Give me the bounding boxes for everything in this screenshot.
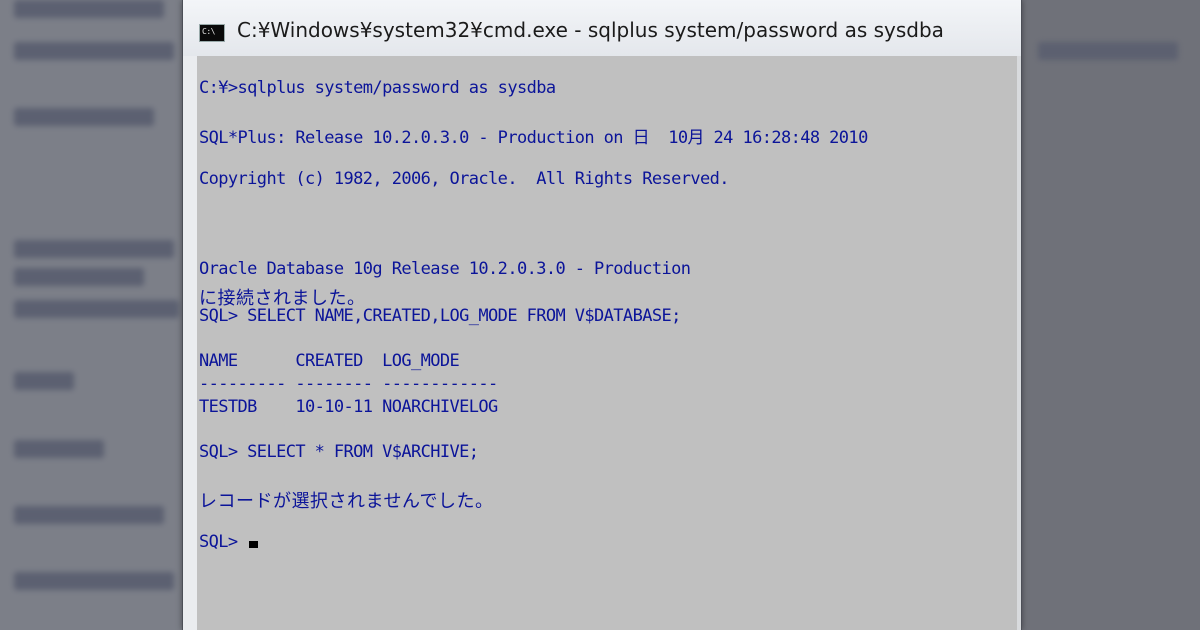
background-console-left <box>0 0 182 630</box>
console-line: SQL*Plus: Release 10.2.0.3.0 - Productio… <box>199 128 868 148</box>
prompt-text: SQL> <box>199 532 248 552</box>
console-line: C:¥>sqlplus system/password as sysdba <box>199 78 556 98</box>
blurred-line <box>14 506 164 524</box>
blurred-line <box>1038 42 1178 60</box>
blurred-line <box>14 108 154 126</box>
console-icon-label: C:\ <box>202 27 215 36</box>
result-row: TESTDB 10-10-11 NOARCHIVELOG <box>199 397 498 417</box>
result-header: NAME CREATED LOG_MODE <box>199 351 460 371</box>
result-separator: --------- -------- ------------ <box>199 374 498 394</box>
console-line: レコードが選択されませんでした。 <box>199 491 494 512</box>
scrollbar-edge <box>1017 56 1021 630</box>
blurred-line <box>14 440 104 458</box>
blurred-line <box>14 372 74 390</box>
blurred-line <box>14 572 174 590</box>
blurred-line <box>14 42 174 60</box>
console-line: Copyright (c) 1982, 2006, Oracle. All Ri… <box>199 169 730 189</box>
blurred-line <box>14 300 179 318</box>
background-console-right <box>1018 0 1200 630</box>
console-line: SQL> SELECT * FROM V$ARCHIVE; <box>199 442 479 462</box>
window-title: C:¥Windows¥system32¥cmd.exe - sqlplus sy… <box>237 18 944 42</box>
command-prompt[interactable]: SQL> <box>199 532 259 552</box>
blurred-line <box>14 268 144 286</box>
screenshot-stage: C:\ C:¥Windows¥system32¥cmd.exe - sqlplu… <box>0 0 1200 630</box>
console-output[interactable]: C:¥>sqlplus system/password as sysdba SQ… <box>197 56 1021 630</box>
blurred-line <box>14 0 164 18</box>
console-line: SQL> SELECT NAME,CREATED,LOG_MODE FROM V… <box>199 306 681 326</box>
blurred-line <box>14 240 174 258</box>
console-icon[interactable]: C:\ <box>199 24 225 42</box>
console-line: Oracle Database 10g Release 10.2.0.3.0 -… <box>199 259 691 279</box>
cmd-window: C:\ C:¥Windows¥system32¥cmd.exe - sqlplu… <box>182 0 1022 630</box>
text-cursor <box>249 541 259 548</box>
title-bar[interactable]: C:\ C:¥Windows¥system32¥cmd.exe - sqlplu… <box>183 0 1021 56</box>
